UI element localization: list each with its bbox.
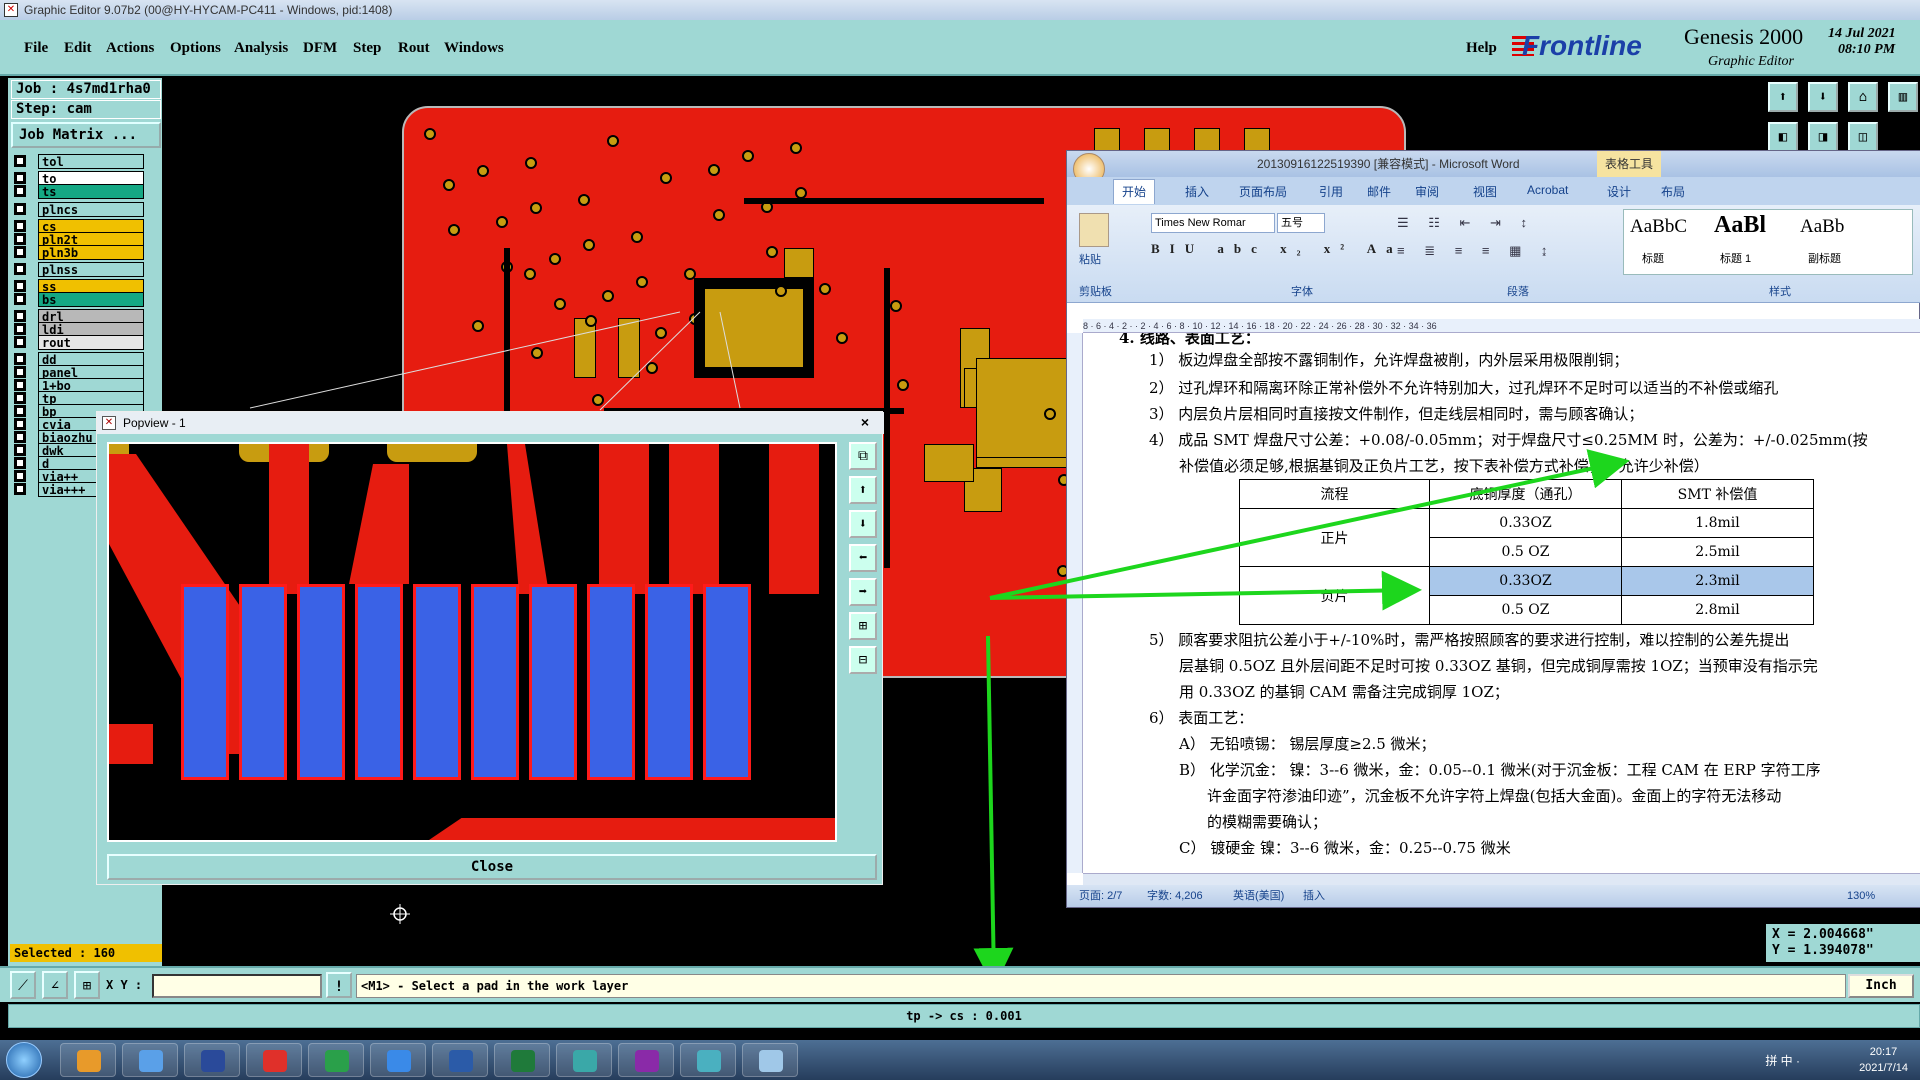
taskbar-app-9[interactable]: [556, 1043, 612, 1077]
x-app-icon: [635, 1050, 659, 1072]
clock[interactable]: 20:17 2021/7/14: [1859, 1044, 1908, 1076]
command-prompt: <M1> - Select a pad in the work layer: [356, 974, 1846, 998]
system-tray[interactable]: 拼 中 ·: [1765, 1052, 1800, 1069]
eraser-icon: [759, 1050, 783, 1072]
grid-icon[interactable]: ⊞: [74, 971, 100, 999]
taskbar-app-12[interactable]: [742, 1043, 798, 1077]
command-bar: ⟋ ∠ ⊞ X Y : ! <M1> - Select a pad in the…: [0, 966, 1920, 1002]
start-button-icon[interactable]: [6, 1042, 42, 1078]
excel-icon: [511, 1050, 535, 1072]
taskbar-app-2[interactable]: [122, 1043, 178, 1077]
taskbar-app-5[interactable]: [308, 1043, 364, 1077]
status-line: tp -> cs : 0.001: [8, 1004, 1920, 1028]
viewer-icon: [573, 1050, 597, 1072]
taskbar-app-7[interactable]: [432, 1043, 488, 1077]
screen: { "window_title": "Graphic Editor 9.07b2…: [0, 0, 1920, 1080]
taskbar-app-10[interactable]: [618, 1043, 674, 1077]
taskbar-app-4[interactable]: [246, 1043, 302, 1077]
taskbar-app-3[interactable]: [184, 1043, 240, 1077]
annotation-arrows: [973, 449, 1630, 988]
taskbar-app-11[interactable]: [680, 1043, 736, 1077]
xy-label: X Y :: [106, 978, 143, 992]
word-icon: [449, 1050, 473, 1072]
clock-time: 20:17: [1869, 1046, 1898, 1058]
coord-x: X = 2.004668": [1772, 927, 1874, 942]
messenger-icon: [387, 1050, 411, 1072]
warning-button[interactable]: !: [326, 972, 352, 998]
taskbar-app-1[interactable]: [60, 1043, 116, 1077]
pdf-icon: [325, 1050, 349, 1072]
tool-icon: [697, 1050, 721, 1072]
genesis-icon: [263, 1050, 287, 1072]
units-toggle[interactable]: Inch: [1848, 974, 1914, 998]
coord-y: Y = 1.394078": [1772, 943, 1874, 958]
shell-icon: [77, 1050, 101, 1072]
taskbar-app-8[interactable]: [494, 1043, 550, 1077]
angle-icon[interactable]: ∠: [42, 971, 68, 999]
save-icon: [201, 1050, 225, 1072]
cursor-coordinates: X = 2.004668" Y = 1.394078": [1766, 924, 1920, 962]
snap-icon[interactable]: ⟋: [10, 971, 36, 999]
clock-date: 2021/7/14: [1859, 1062, 1908, 1074]
taskbar: 拼 中 · 20:17 2021/7/14: [0, 1040, 1920, 1080]
xy-input[interactable]: [152, 974, 322, 998]
notepad-icon: [139, 1050, 163, 1072]
taskbar-app-6[interactable]: [370, 1043, 426, 1077]
